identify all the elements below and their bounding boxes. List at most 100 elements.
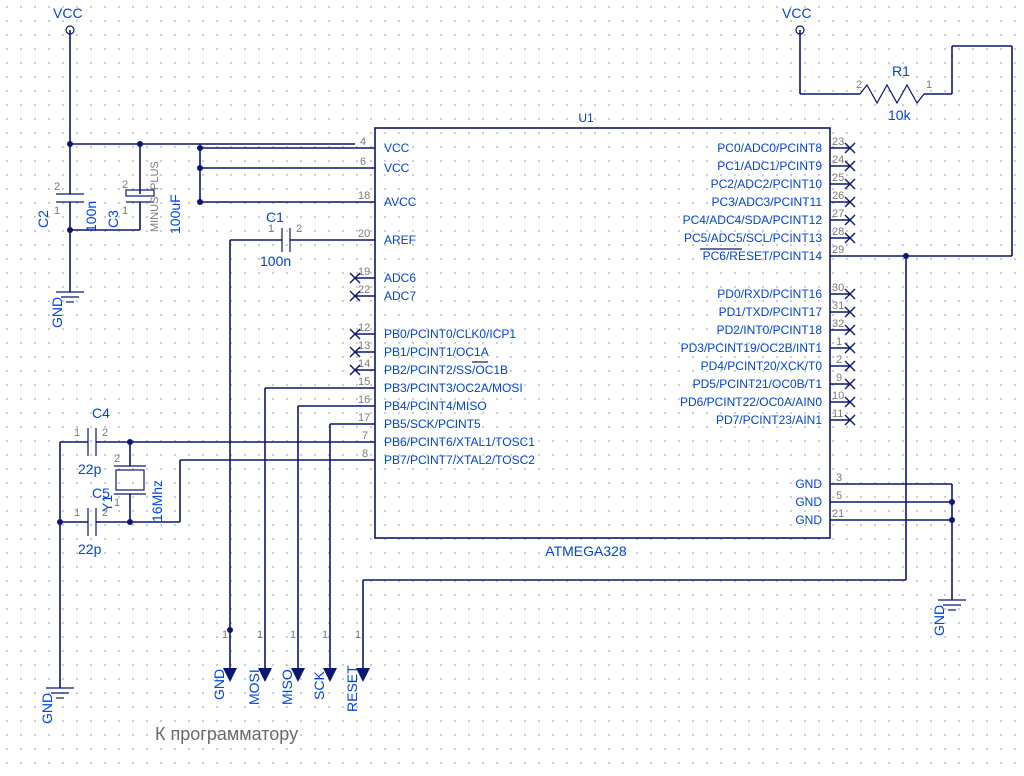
svg-text:PB6/PCINT6/XTAL1/TOSC1: PB6/PCINT6/XTAL1/TOSC1 bbox=[384, 435, 535, 449]
ic-partnum: ATMEGA328 bbox=[545, 543, 627, 559]
svg-text:AREF: AREF bbox=[384, 233, 416, 247]
left-pins: 4 VCC 6 VCC 18 AVCC 20 AREF 19 ADC6 22 A… bbox=[350, 136, 535, 467]
svg-text:100n: 100n bbox=[83, 201, 99, 232]
svg-text:PB1/PCINT1/OC1A: PB1/PCINT1/OC1A bbox=[384, 345, 489, 359]
svg-text:GND: GND bbox=[795, 477, 822, 491]
c1-cap: 1 2 C1 100n bbox=[230, 209, 355, 670]
svg-text:10k: 10k bbox=[888, 107, 912, 123]
svg-text:4: 4 bbox=[360, 136, 366, 148]
svg-text:24: 24 bbox=[832, 154, 844, 166]
svg-text:ADC6: ADC6 bbox=[384, 271, 416, 285]
svg-text:22: 22 bbox=[358, 284, 370, 296]
svg-text:PC6/RESET/PCINT14: PC6/RESET/PCINT14 bbox=[703, 249, 823, 263]
svg-text:PC4/ADC4/SDA/PCINT12: PC4/ADC4/SDA/PCINT12 bbox=[683, 213, 823, 227]
svg-text:21: 21 bbox=[832, 508, 844, 520]
svg-text:PB3/PCINT3/OC2A/MOSI: PB3/PCINT3/OC2A/MOSI bbox=[384, 381, 523, 395]
svg-text:2: 2 bbox=[856, 79, 862, 91]
svg-text:VCC: VCC bbox=[384, 161, 410, 175]
svg-text:PC1/ADC1/PCINT9: PC1/ADC1/PCINT9 bbox=[717, 159, 822, 173]
svg-text:PD3/PCINT19/OC2B/INT1: PD3/PCINT19/OC2B/INT1 bbox=[681, 341, 823, 355]
ic-ref: U1 bbox=[578, 111, 594, 125]
svg-text:GND: GND bbox=[795, 513, 822, 527]
svg-text:C4: C4 bbox=[92, 405, 110, 421]
svg-text:PD5/PCINT21/OC0B/T1: PD5/PCINT21/OC0B/T1 bbox=[693, 377, 823, 391]
svg-text:2: 2 bbox=[122, 179, 128, 191]
svg-text:2: 2 bbox=[296, 223, 302, 235]
svg-text:8: 8 bbox=[362, 448, 368, 460]
svg-text:31: 31 bbox=[832, 300, 844, 312]
svg-text:1: 1 bbox=[926, 79, 932, 91]
svg-text:2: 2 bbox=[54, 181, 60, 193]
svg-text:2: 2 bbox=[102, 507, 108, 519]
svg-text:26: 26 bbox=[832, 190, 844, 202]
svg-text:13: 13 bbox=[358, 340, 370, 352]
programmer-arrows: 1 GND 1 MOSI 1 MISO 1 SCK 1 RESET bbox=[211, 629, 370, 712]
svg-text:GND: GND bbox=[795, 495, 822, 509]
svg-text:32: 32 bbox=[832, 318, 844, 330]
svg-text:100n: 100n bbox=[260, 253, 291, 269]
svg-text:PD0/RXD/PCINT16: PD0/RXD/PCINT16 bbox=[717, 287, 822, 301]
svg-text:VCC: VCC bbox=[384, 141, 410, 155]
svg-text:3: 3 bbox=[836, 472, 842, 484]
svg-text:2: 2 bbox=[102, 427, 108, 439]
svg-text:1: 1 bbox=[54, 205, 60, 217]
svg-text:1: 1 bbox=[222, 629, 228, 641]
svg-text:PB5/SCK/PCINT5: PB5/SCK/PCINT5 bbox=[384, 417, 481, 431]
svg-text:PC0/ADC0/PCINT8: PC0/ADC0/PCINT8 bbox=[717, 141, 822, 155]
svg-text:5: 5 bbox=[836, 490, 842, 502]
svg-text:6: 6 bbox=[360, 156, 366, 168]
svg-text:29: 29 bbox=[832, 244, 844, 256]
svg-text:14: 14 bbox=[358, 358, 370, 370]
svg-text:11: 11 bbox=[832, 408, 843, 420]
svg-text:1: 1 bbox=[74, 507, 80, 519]
svg-text:15: 15 bbox=[358, 376, 370, 388]
svg-text:1: 1 bbox=[836, 336, 842, 348]
vcc-right-label: VCC bbox=[782, 5, 812, 21]
svg-text:C2: C2 bbox=[35, 210, 51, 228]
svg-text:C3: C3 bbox=[105, 210, 121, 228]
svg-text:1: 1 bbox=[257, 629, 263, 641]
svg-text:PB7/PCINT7/XTAL2/TOSC2: PB7/PCINT7/XTAL2/TOSC2 bbox=[384, 453, 535, 467]
svg-text:16: 16 bbox=[358, 394, 370, 406]
svg-text:MOSI: MOSI bbox=[246, 669, 262, 705]
c3-cap: 2 1 PLUS MINUS C3 100uF bbox=[105, 144, 183, 234]
svg-text:9: 9 bbox=[836, 372, 842, 384]
c2-cap: 2 1 C2 100n bbox=[35, 181, 99, 232]
svg-text:7: 7 bbox=[362, 430, 368, 442]
svg-text:PB2/PCINT2/SS/OC1B: PB2/PCINT2/SS/OC1B bbox=[384, 363, 508, 377]
r1-resistor: R1 10k 2 1 bbox=[856, 46, 1012, 123]
svg-text:AVCC: AVCC bbox=[384, 195, 417, 209]
svg-text:PD7/PCINT23/AIN1: PD7/PCINT23/AIN1 bbox=[716, 413, 822, 427]
svg-text:100uF: 100uF bbox=[167, 194, 183, 234]
svg-text:PC5/ADC5/SCL/PCINT13: PC5/ADC5/SCL/PCINT13 bbox=[684, 231, 822, 245]
svg-text:1: 1 bbox=[355, 629, 361, 641]
svg-text:PD2/INT0/PCINT18: PD2/INT0/PCINT18 bbox=[717, 323, 823, 337]
svg-text:12: 12 bbox=[358, 322, 370, 334]
vcc-left-label: VCC bbox=[53, 5, 83, 21]
svg-text:23: 23 bbox=[832, 136, 844, 148]
svg-text:1: 1 bbox=[322, 629, 328, 641]
c5-cap: 1 2 C5 22p bbox=[60, 485, 133, 557]
svg-text:MISO: MISO bbox=[279, 669, 295, 705]
svg-text:1: 1 bbox=[122, 205, 128, 217]
svg-text:27: 27 bbox=[832, 208, 844, 220]
svg-text:22p: 22p bbox=[78, 541, 102, 557]
svg-text:R1: R1 bbox=[892, 63, 910, 79]
u1-gnd-pins: 3 GND 5 GND 21 GND bbox=[795, 472, 850, 527]
svg-text:ADC7: ADC7 bbox=[384, 289, 416, 303]
right-pins: 23 PC0/ADC0/PCINT8 24 PC1/ADC1/PCINT9 25… bbox=[680, 136, 855, 427]
svg-text:20: 20 bbox=[358, 228, 370, 240]
svg-text:19: 19 bbox=[358, 266, 370, 278]
svg-text:2: 2 bbox=[836, 354, 842, 366]
svg-text:RESET: RESET bbox=[344, 665, 360, 712]
svg-text:PB0/PCINT0/CLK0/ICP1: PB0/PCINT0/CLK0/ICP1 bbox=[384, 327, 516, 341]
gnd-left-lower: GND bbox=[39, 688, 74, 724]
svg-text:GND: GND bbox=[931, 605, 947, 636]
svg-text:PD6/PCINT22/OC0A/AIN0: PD6/PCINT22/OC0A/AIN0 bbox=[680, 395, 822, 409]
svg-text:PD1/TXD/PCINT17: PD1/TXD/PCINT17 bbox=[719, 305, 823, 319]
svg-text:MINUS: MINUS bbox=[149, 197, 161, 232]
svg-text:2: 2 bbox=[114, 453, 120, 465]
svg-text:28: 28 bbox=[832, 226, 844, 238]
svg-text:22p: 22p bbox=[78, 461, 102, 477]
svg-text:1: 1 bbox=[74, 427, 80, 439]
